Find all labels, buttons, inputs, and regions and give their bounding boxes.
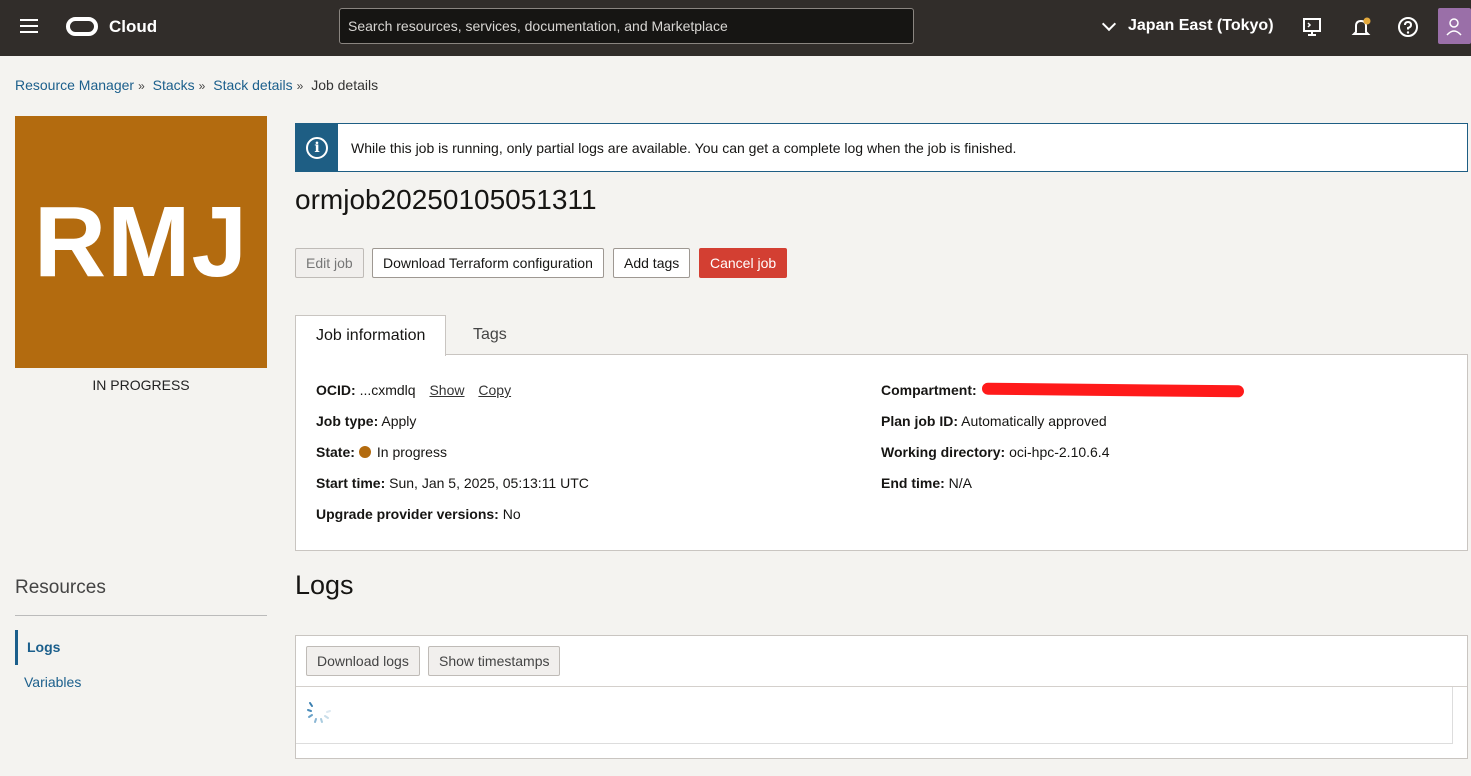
logs-output-area: [296, 687, 1453, 744]
cancel-job-button[interactable]: Cancel job: [699, 248, 788, 278]
start-time-value: Sun, Jan 5, 2025, 05:13:11 UTC: [389, 475, 589, 491]
breadcrumb-separator: »: [198, 79, 206, 93]
breadcrumb-separator: »: [296, 79, 304, 93]
working-directory-value: oci-hpc-2.10.6.4: [1009, 444, 1110, 460]
upgrade-provider-value: No: [502, 506, 521, 522]
top-navigation-bar: Cloud Japan East (Tokyo): [0, 0, 1471, 56]
download-logs-button[interactable]: Download logs: [306, 646, 420, 676]
user-avatar[interactable]: [1438, 8, 1471, 44]
ocid-label: OCID:: [316, 382, 356, 398]
loading-spinner-icon: [307, 702, 331, 723]
resources-item-variables[interactable]: Variables: [15, 674, 81, 690]
tab-tags[interactable]: Tags: [453, 315, 527, 355]
job-type-value: Apply: [381, 413, 417, 429]
info-icon-box: i: [296, 124, 338, 171]
hamburger-menu-icon[interactable]: [20, 19, 38, 33]
info-banner-message: While this job is running, only partial …: [351, 139, 1017, 156]
start-time-row: Start time: Sun, Jan 5, 2025, 05:13:11 U…: [316, 475, 589, 491]
info-banner: i While this job is running, only partia…: [295, 123, 1468, 172]
resources-divider: [15, 615, 267, 616]
ocid-value: ...cxmdlq: [359, 382, 416, 398]
state-label: State:: [316, 444, 355, 460]
upgrade-provider-label: Upgrade provider versions:: [316, 506, 499, 522]
brand-name[interactable]: Cloud: [109, 17, 157, 37]
job-type-row: Job type: Apply: [316, 413, 416, 429]
breadcrumb-separator: »: [138, 79, 145, 93]
plan-job-label: Plan job ID:: [881, 413, 958, 429]
job-initials: RMJ: [33, 185, 249, 298]
edit-job-button[interactable]: Edit job: [295, 248, 364, 278]
chevron-down-icon: [1101, 16, 1117, 31]
end-time-value: N/A: [948, 475, 973, 491]
plan-job-row: Plan job ID: Automatically approved: [881, 413, 1107, 429]
ocid-show-link[interactable]: Show: [429, 382, 464, 398]
state-indicator-dot: [358, 446, 371, 458]
breadcrumb-stack-details[interactable]: Stack details: [213, 77, 292, 93]
start-time-label: Start time:: [316, 475, 386, 491]
info-icon: i: [306, 136, 328, 159]
breadcrumb-resource-manager[interactable]: Resource Manager: [15, 77, 134, 93]
tab-job-information[interactable]: Job information: [295, 315, 447, 356]
plan-job-value: Automatically approved: [961, 413, 1107, 429]
page-title: ormjob20250105051311: [295, 184, 597, 215]
download-terraform-button[interactable]: Download Terraform configuration: [372, 248, 604, 278]
resources-heading: Resources: [15, 577, 106, 598]
upgrade-provider-row: Upgrade provider versions: No: [316, 506, 521, 522]
region-selector[interactable]: Japan East (Tokyo): [1101, 16, 1274, 35]
compartment-label: Compartment:: [881, 382, 977, 398]
state-row: State: In progress: [316, 444, 447, 460]
end-time-label: End time:: [881, 475, 945, 491]
breadcrumb: Resource Manager» Stacks» Stack details»…: [15, 77, 378, 93]
notifications-bell-icon[interactable]: [1350, 16, 1372, 38]
region-label: Japan East (Tokyo): [1128, 17, 1274, 34]
add-tags-button[interactable]: Add tags: [613, 248, 691, 278]
state-value: In progress: [376, 444, 447, 460]
breadcrumb-stacks[interactable]: Stacks: [153, 77, 195, 93]
working-directory-row: Working directory: oci-hpc-2.10.6.4: [881, 444, 1110, 460]
end-time-row: End time: N/A: [881, 475, 972, 491]
user-profile-icon: [1446, 18, 1462, 36]
job-status-label: IN PROGRESS: [92, 377, 190, 393]
oracle-logo-icon[interactable]: [66, 17, 98, 36]
resources-item-logs[interactable]: Logs: [15, 630, 60, 665]
working-directory-label: Working directory:: [881, 444, 1006, 460]
logs-heading: Logs: [295, 570, 354, 600]
ocid-copy-link[interactable]: Copy: [478, 382, 511, 398]
job-type-label: Job type:: [316, 413, 379, 429]
search-input[interactable]: [339, 8, 914, 44]
compartment-row: Compartment:: [881, 382, 977, 398]
cloud-shell-icon[interactable]: [1301, 16, 1323, 38]
show-timestamps-button[interactable]: Show timestamps: [428, 646, 561, 676]
ocid-row: OCID: ...cxmdlq Show Copy: [316, 382, 511, 398]
job-status-tile: RMJ: [15, 116, 267, 368]
help-icon[interactable]: [1397, 16, 1419, 38]
breadcrumb-current: Job details: [311, 77, 379, 93]
